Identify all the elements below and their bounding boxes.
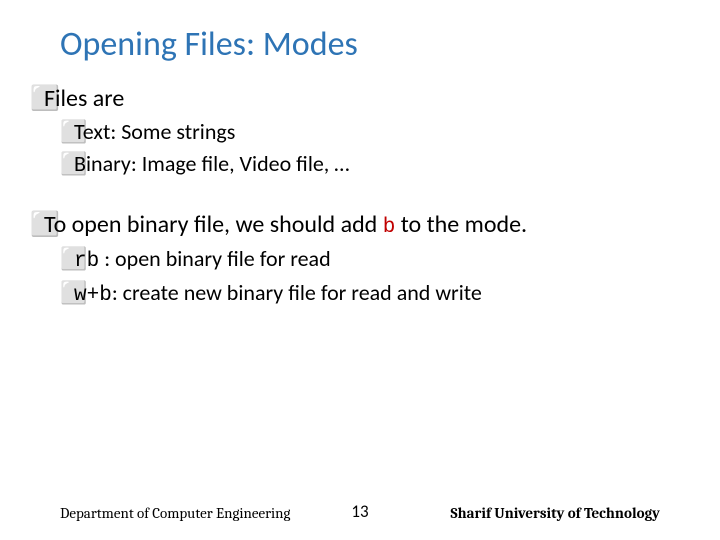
bullet-item: ⬜Files are — [30, 83, 690, 115]
footer-department: Department of Computer Engineering — [60, 504, 290, 522]
slide: Opening Files: Modes ⬜Files are ⬜Text: S… — [0, 0, 720, 540]
bullet-item: ⬜To open binary file, we should add b to… — [30, 209, 690, 242]
bullet-icon: ⬜ — [60, 117, 74, 147]
bullet-text-pre: To open binary file, we should add — [44, 210, 383, 239]
bullet-icon: ⬜ — [60, 278, 74, 308]
slide-title: Opening Files: Modes — [60, 24, 690, 65]
code-inline: rb — [74, 250, 99, 273]
bullet-text: Binary: Image file, Video file, … — [74, 150, 349, 177]
spacer — [30, 181, 690, 209]
sub-bullet-item: ⬜w+b: create new binary file for read an… — [60, 278, 690, 310]
slide-number: 13 — [351, 501, 368, 522]
bullet-icon: ⬜ — [30, 209, 44, 241]
bullet-icon: ⬜ — [60, 149, 74, 179]
slide-content: ⬜Files are ⬜Text: Some strings ⬜Binary: … — [30, 83, 690, 311]
sub-bullet-item: ⬜rb : open binary file for read — [60, 244, 690, 276]
footer-university: Sharif University of Technology — [451, 504, 660, 522]
code-inline: b — [383, 216, 396, 239]
bullet-icon: ⬜ — [60, 244, 74, 274]
code-inline: w+b — [74, 284, 112, 307]
bullet-text: Files are — [44, 84, 124, 113]
sub-bullet-item: ⬜Binary: Image file, Video file, … — [60, 149, 690, 179]
bullet-icon: ⬜ — [30, 83, 44, 115]
bullet-text-post: to the mode. — [395, 210, 527, 239]
bullet-text: : open binary file for read — [99, 245, 330, 272]
sub-bullet-item: ⬜Text: Some strings — [60, 117, 690, 147]
bullet-text: Text: Some strings — [74, 118, 235, 145]
bullet-text: : create new binary file for read and wr… — [112, 279, 482, 306]
